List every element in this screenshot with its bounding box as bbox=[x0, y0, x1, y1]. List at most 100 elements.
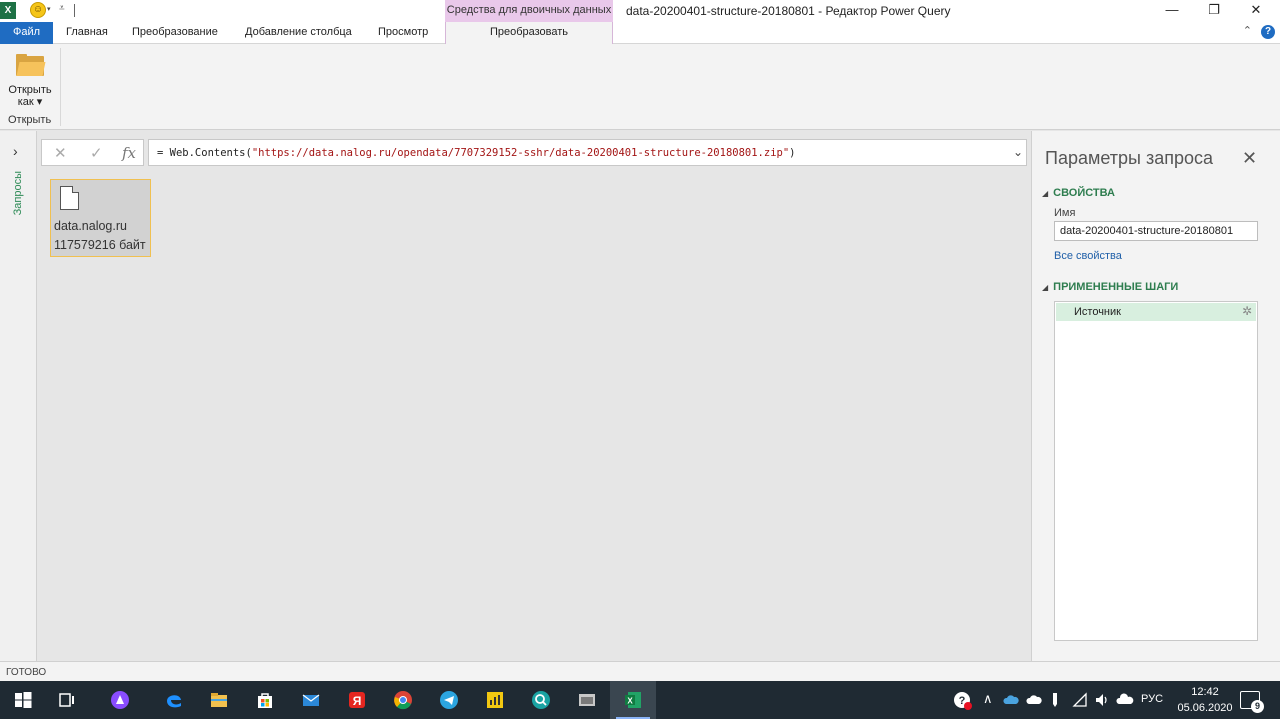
taskbar-store[interactable] bbox=[242, 681, 288, 719]
tab-file[interactable]: Файл bbox=[0, 22, 53, 44]
context-group-header: Средства для двоичных данных bbox=[445, 0, 613, 22]
telegram-icon bbox=[440, 691, 458, 709]
close-button[interactable]: ✕ bbox=[1238, 0, 1274, 20]
group-label-open: Открыть bbox=[8, 114, 52, 126]
taskbar-powerbi[interactable] bbox=[472, 681, 518, 719]
customize-qat-icon[interactable]: ⩡ bbox=[59, 3, 65, 14]
query-name-input[interactable]: data-20200401-structure-20180801 bbox=[1054, 221, 1258, 241]
taskbar-excel[interactable]: X bbox=[610, 681, 656, 719]
status-text: ГОТОВО bbox=[6, 667, 47, 678]
folder-icon bbox=[16, 54, 46, 76]
task-view-button[interactable] bbox=[44, 681, 90, 719]
help-app-icon[interactable]: ? bbox=[952, 690, 972, 710]
taskbar-telegram[interactable] bbox=[426, 681, 472, 719]
svg-text:X: X bbox=[627, 697, 633, 706]
taskbar-alice[interactable] bbox=[97, 681, 143, 719]
notification-count: 9 bbox=[1251, 700, 1264, 713]
tab-add-column[interactable]: Добавление столбца bbox=[245, 22, 352, 44]
yandex-browser-icon: Я bbox=[349, 692, 365, 708]
formula-bar[interactable]: = Web.Contents("https://data.nalog.ru/op… bbox=[148, 139, 1027, 166]
query-settings-title: Параметры запроса bbox=[1045, 148, 1213, 168]
open-as-button[interactable]: Открыть как ▾ bbox=[4, 50, 56, 112]
tab-context-transform[interactable]: Преобразовать bbox=[445, 22, 613, 45]
feedback-caret-icon[interactable]: ▾ bbox=[47, 5, 51, 13]
applied-steps-header[interactable]: ◢ ПРИМЕНЕННЫЕ ШАГИ bbox=[1042, 281, 1178, 293]
task-view-icon bbox=[59, 693, 74, 707]
help-icon[interactable]: ? bbox=[1261, 25, 1275, 39]
alice-assistant-icon bbox=[111, 691, 129, 709]
step-settings-gear-icon[interactable]: ✲ bbox=[1242, 304, 1252, 318]
minimize-button[interactable]: — bbox=[1154, 0, 1190, 20]
wifi-icon[interactable] bbox=[1072, 692, 1088, 708]
name-label: Имя bbox=[1054, 207, 1076, 219]
file-explorer-icon bbox=[211, 693, 227, 707]
clock-time: 12:42 bbox=[1191, 686, 1219, 698]
edge-browser-icon bbox=[167, 695, 181, 708]
queries-pane-collapsed: › Запросы bbox=[0, 131, 37, 661]
applied-steps-list: Источник ✲ bbox=[1054, 301, 1258, 641]
excel-icon[interactable]: X bbox=[0, 2, 16, 19]
title-bar: X ☺ ▾ ⩡ Средства для двоичных данных dat… bbox=[0, 0, 1280, 22]
queries-label[interactable]: Запросы bbox=[12, 171, 24, 215]
show-hidden-icons-icon[interactable]: ∧ bbox=[983, 691, 993, 707]
binary-name: data.nalog.ru bbox=[54, 219, 127, 233]
tab-view[interactable]: Просмотр bbox=[378, 22, 428, 44]
cloud-sync-icon[interactable] bbox=[1116, 693, 1134, 707]
ribbon: Открыть как ▾ Открыть bbox=[0, 44, 1280, 130]
cloud-icon[interactable] bbox=[1026, 693, 1042, 707]
taskbar-yandex[interactable]: Я bbox=[334, 681, 380, 719]
formula-tools: ✕ ✓ fx bbox=[41, 139, 144, 166]
collapse-triangle-icon: ◢ bbox=[1042, 283, 1049, 292]
binary-size: 117579216 байт bbox=[54, 238, 146, 252]
taskbar-app-window[interactable] bbox=[564, 681, 610, 719]
tab-transform[interactable]: Преобразование bbox=[132, 22, 218, 44]
taskbar: Я X ? ∧ РУС 12:42 05.06.2020 9 bbox=[0, 681, 1280, 719]
volume-icon[interactable] bbox=[1094, 692, 1110, 708]
fx-icon[interactable]: fx bbox=[122, 144, 136, 162]
query-settings-pane: Параметры запроса ✕ ◢ СВОЙСТВА Имя data-2… bbox=[1031, 131, 1280, 661]
confirm-icon[interactable]: ✓ bbox=[90, 144, 103, 162]
step-label: Источник bbox=[1074, 306, 1121, 318]
chrome-icon bbox=[394, 691, 412, 710]
svg-text:Я: Я bbox=[353, 694, 362, 708]
status-bar: ГОТОВО bbox=[0, 661, 1280, 681]
magnifier-app-icon bbox=[532, 691, 550, 709]
collapse-triangle-icon: ◢ bbox=[1042, 189, 1049, 198]
open-as-label: Открыть как ▾ bbox=[8, 84, 52, 108]
formula-text[interactable]: = Web.Contents("https://data.nalog.ru/op… bbox=[157, 147, 796, 159]
excel-icon: X bbox=[625, 692, 641, 708]
taskbar-edge[interactable] bbox=[151, 681, 197, 719]
input-language[interactable]: РУС bbox=[1141, 693, 1163, 705]
preview-area: data.nalog.ru 117579216 байт bbox=[38, 170, 1030, 661]
taskbar-explorer[interactable] bbox=[196, 681, 242, 719]
clock-date: 05.06.2020 bbox=[1177, 702, 1233, 714]
clock[interactable]: 12:42 05.06.2020 bbox=[1174, 684, 1236, 716]
start-button[interactable] bbox=[0, 681, 46, 719]
window-title: data-20200401-structure-20180801 - Редак… bbox=[626, 4, 951, 18]
mail-icon bbox=[302, 694, 320, 706]
properties-header[interactable]: ◢ СВОЙСТВА bbox=[1042, 187, 1115, 199]
step-source[interactable]: Источник ✲ bbox=[1056, 303, 1256, 321]
tab-home[interactable]: Главная bbox=[66, 22, 108, 44]
app-window-icon bbox=[579, 694, 595, 706]
cancel-icon[interactable]: ✕ bbox=[54, 144, 67, 162]
file-icon bbox=[60, 186, 79, 210]
close-pane-icon[interactable]: ✕ bbox=[1242, 148, 1257, 169]
onedrive-icon[interactable] bbox=[1003, 693, 1019, 707]
taskbar-chrome[interactable] bbox=[380, 681, 426, 719]
dropdown-caret-icon: ▾ bbox=[36, 96, 43, 108]
windows-logo-icon bbox=[15, 692, 32, 708]
restore-button[interactable]: ❐ bbox=[1196, 0, 1232, 20]
power-bi-icon bbox=[487, 692, 503, 708]
pen-icon[interactable] bbox=[1050, 692, 1060, 708]
feedback-smile-icon[interactable]: ☺ bbox=[30, 2, 46, 18]
collapse-ribbon-icon[interactable]: ⌃ bbox=[1243, 24, 1252, 37]
group-separator bbox=[60, 48, 61, 126]
binary-tile[interactable]: data.nalog.ru 117579216 байт bbox=[50, 179, 151, 257]
all-properties-link[interactable]: Все свойства bbox=[1054, 250, 1122, 262]
expand-queries-icon[interactable]: › bbox=[13, 143, 18, 159]
taskbar-search-app[interactable] bbox=[518, 681, 564, 719]
expand-formula-icon[interactable]: ⌄ bbox=[1013, 145, 1023, 159]
qat-separator bbox=[74, 4, 75, 17]
taskbar-mail[interactable] bbox=[288, 681, 334, 719]
